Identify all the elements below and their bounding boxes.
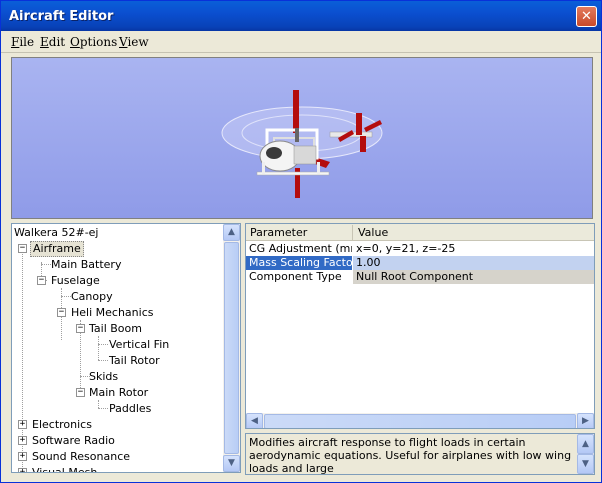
tree-scrollbar[interactable]: ▲ ▼ xyxy=(223,224,240,472)
expander-tail-boom[interactable]: − xyxy=(76,324,85,333)
title-bar[interactable]: Aircraft Editor ✕ xyxy=(1,1,601,31)
tree-item-tail-boom[interactable]: Tail Boom xyxy=(89,321,142,337)
property-grid[interactable]: Parameter Value CG Adjustment (mm) x=0, … xyxy=(245,223,595,429)
3d-viewport[interactable] xyxy=(11,57,593,219)
close-button[interactable]: ✕ xyxy=(576,6,597,27)
column-header-value[interactable]: Value xyxy=(358,226,388,239)
expander-software-radio[interactable]: + xyxy=(18,436,27,445)
description-scrollbar[interactable]: ▲ ▼ xyxy=(577,434,594,474)
component-tree[interactable]: Walkera 52#-ej − Airframe Main Battery −… xyxy=(11,223,241,473)
tree-item-visual-mesh[interactable]: Visual Mesh xyxy=(32,465,97,472)
grid-header: Parameter Value xyxy=(246,224,594,241)
helicopter-model xyxy=(221,90,383,198)
expander-heli-mechanics[interactable]: − xyxy=(57,308,66,317)
grid-scroll-right-button[interactable]: ▶ xyxy=(577,413,594,428)
description-panel: Modifies aircraft response to flight loa… xyxy=(245,433,595,475)
menu-bar: File Edit Options View xyxy=(1,31,601,53)
aircraft-editor-window: Aircraft Editor ✕ File Edit Options View xyxy=(0,0,602,483)
tree-root[interactable]: Walkera 52#-ej xyxy=(14,225,98,241)
tree-item-main-battery[interactable]: Main Battery xyxy=(51,257,121,273)
tree-item-vertical-fin[interactable]: Vertical Fin xyxy=(109,337,169,353)
grid-row-mass-scaling[interactable]: Mass Scaling Factor 1.00 xyxy=(246,256,594,270)
param-value[interactable]: x=0, y=21, z=-25 xyxy=(353,242,594,256)
grid-horizontal-scrollbar[interactable]: ◀ ▶ xyxy=(246,413,594,428)
tree-item-main-rotor[interactable]: Main Rotor xyxy=(89,385,148,401)
desc-scroll-down-button[interactable]: ▼ xyxy=(577,454,594,474)
tree-scroll-up-button[interactable]: ▲ xyxy=(223,224,240,241)
tree-scroll-down-button[interactable]: ▼ xyxy=(223,455,240,472)
expander-sound-resonance[interactable]: + xyxy=(18,452,27,461)
tree-scroll-thumb[interactable] xyxy=(224,242,239,454)
param-name: CG Adjustment (mm) xyxy=(249,242,352,255)
tree-item-electronics[interactable]: Electronics xyxy=(32,417,92,433)
menu-edit[interactable]: Edit xyxy=(40,35,65,49)
desc-scroll-up-button[interactable]: ▲ xyxy=(577,434,594,454)
tree-item-software-radio[interactable]: Software Radio xyxy=(32,433,115,449)
tree-item-heli-mechanics[interactable]: Heli Mechanics xyxy=(71,305,153,321)
tree-item-fuselage[interactable]: Fuselage xyxy=(51,273,100,289)
expander-airframe[interactable]: − xyxy=(18,244,27,253)
param-name: Component Type xyxy=(249,270,342,283)
param-name: Mass Scaling Factor xyxy=(246,256,352,270)
expander-visual-mesh[interactable]: + xyxy=(18,468,27,472)
menu-file[interactable]: File xyxy=(11,35,34,49)
tree-item-paddles[interactable]: Paddles xyxy=(109,401,151,417)
param-value[interactable]: 1.00 xyxy=(353,256,594,270)
menu-view[interactable]: View xyxy=(119,35,149,49)
expander-electronics[interactable]: + xyxy=(18,420,27,429)
tree-item-sound-resonance[interactable]: Sound Resonance xyxy=(32,449,130,465)
window-title: Aircraft Editor xyxy=(9,9,114,24)
expander-main-rotor[interactable]: − xyxy=(76,388,85,397)
grid-row-cg-adjustment[interactable]: CG Adjustment (mm) x=0, y=21, z=-25 xyxy=(246,242,594,256)
param-value[interactable]: Null Root Component xyxy=(353,270,594,284)
tree-item-tail-rotor[interactable]: Tail Rotor xyxy=(109,353,160,369)
menu-options[interactable]: Options xyxy=(70,35,117,49)
tree-item-canopy[interactable]: Canopy xyxy=(71,289,113,305)
grid-scroll-thumb[interactable] xyxy=(264,414,576,428)
expander-fuselage[interactable]: − xyxy=(37,276,46,285)
tree-item-skids[interactable]: Skids xyxy=(89,369,118,385)
grid-scroll-left-button[interactable]: ◀ xyxy=(246,413,263,428)
tree-item-airframe[interactable]: Airframe xyxy=(30,241,84,257)
column-header-parameter[interactable]: Parameter xyxy=(250,226,307,239)
description-text: Modifies aircraft response to flight loa… xyxy=(249,436,572,475)
grid-row-component-type[interactable]: Component Type Null Root Component xyxy=(246,270,594,284)
